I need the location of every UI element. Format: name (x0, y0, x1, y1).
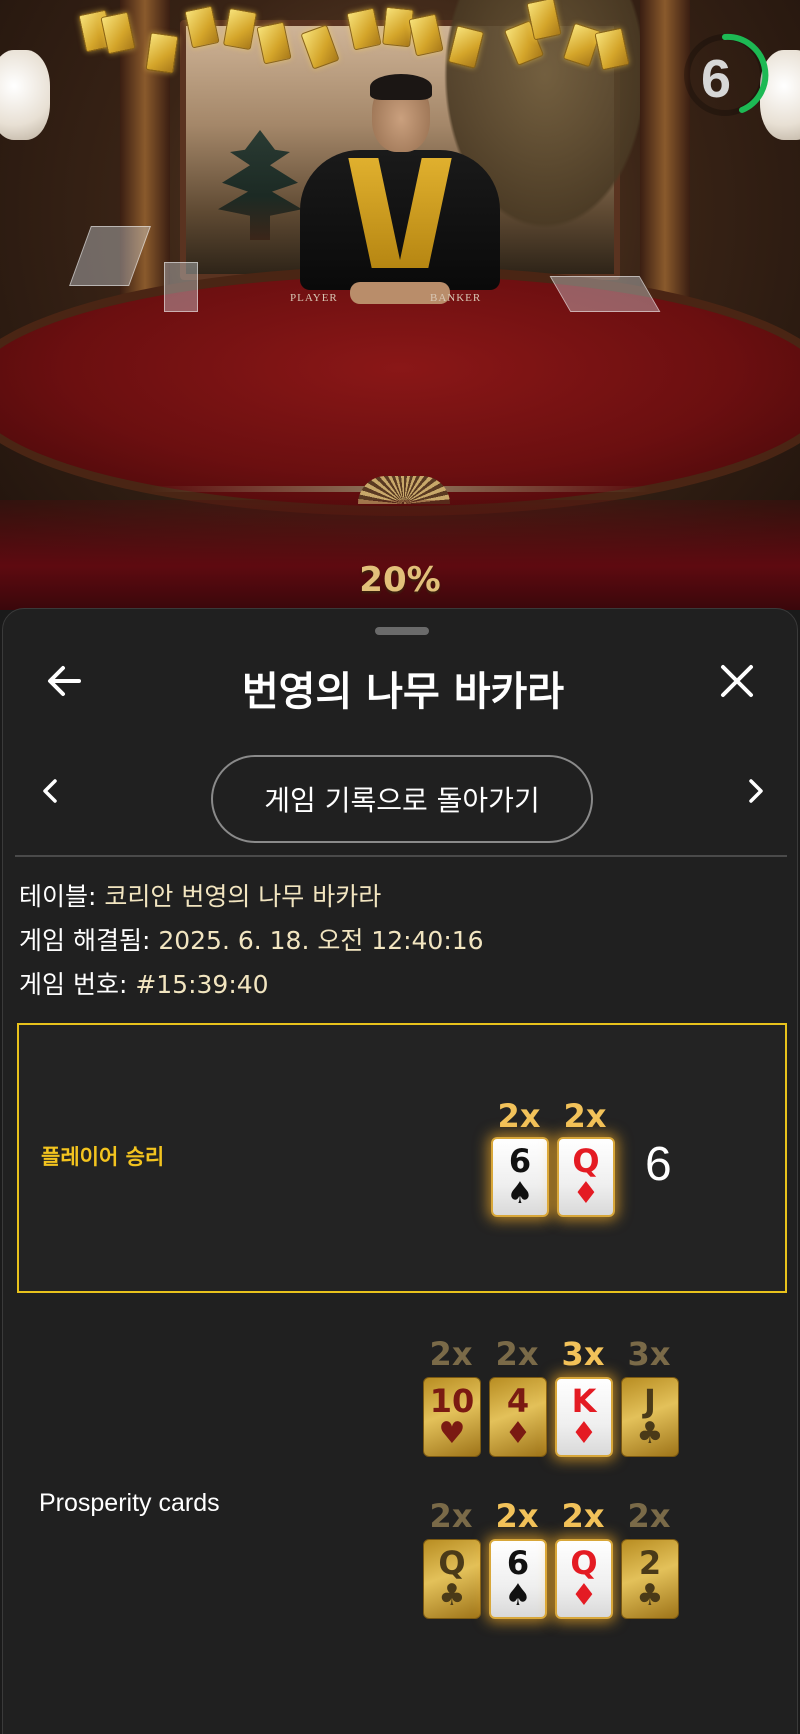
card-multiplier: 3x (627, 1335, 671, 1373)
lantern-left (0, 50, 50, 140)
result-label: 플레이어 승리 (41, 1145, 165, 1169)
card-multiplier: 2x (497, 1097, 541, 1135)
heart-icon: ♥ (438, 1416, 466, 1451)
game-details-sheet: 번영의 나무 바카라 게임 기록으로 돌아가기 테이블: 코리안 번영의 나무 … (2, 608, 798, 1734)
card-rank: 10 (429, 1382, 475, 1420)
prosperity-cards-label: Prosperity cards (39, 1489, 220, 1517)
playing-card: 6 ♠ (491, 1137, 549, 1217)
card-rank: Q (572, 1142, 600, 1180)
info-game-number: 게임 번호: #15:39:40 (19, 965, 269, 1001)
info-resolved: 게임 해결됨: 2025. 6. 18. 오전 12:40:16 (19, 921, 484, 957)
card-rank: 4 (506, 1382, 530, 1420)
playing-card: 6 ♠ (489, 1539, 547, 1619)
dealer-body (300, 150, 500, 290)
diamond-icon: ♦ (570, 1578, 598, 1613)
playing-card: J ♣ (621, 1377, 679, 1457)
chevron-left-icon[interactable] (33, 769, 69, 813)
back-to-history-button[interactable]: 게임 기록으로 돌아가기 (211, 755, 593, 843)
info-table: 테이블: 코리안 번영의 나무 바카라 (19, 877, 381, 913)
card-rank: J (644, 1382, 656, 1420)
club-icon: ♣ (636, 1416, 664, 1451)
diamond-icon: ♦ (504, 1416, 532, 1451)
countdown-number: 6 (700, 49, 732, 109)
spade-icon: ♠ (506, 1176, 534, 1211)
card-multiplier: 2x (563, 1097, 607, 1135)
card-rank: K (571, 1382, 597, 1420)
club-icon: ♣ (438, 1578, 466, 1613)
info-resolved-value: 2025. 6. 18. 오전 12:40:16 (158, 926, 484, 955)
card-rank: Q (438, 1544, 466, 1582)
card-rank: 6 (506, 1544, 530, 1582)
info-table-label: 테이블: (19, 882, 97, 911)
hanging-gold-card (145, 32, 179, 74)
close-icon[interactable] (715, 659, 759, 703)
playing-card: 10 ♥ (423, 1377, 481, 1457)
card-rank: Q (570, 1544, 598, 1582)
card-holder (164, 262, 198, 312)
table-label-banker: BANKER (430, 292, 482, 304)
arrow-left-icon[interactable] (43, 659, 87, 703)
spade-icon: ♠ (504, 1578, 532, 1613)
playing-card: 4 ♦ (489, 1377, 547, 1457)
card-multiplier: 2x (429, 1497, 473, 1535)
info-game-number-label: 게임 번호: (19, 970, 128, 999)
divider (15, 855, 787, 857)
playing-card: K ♦ (555, 1377, 613, 1457)
live-video-stream: PLAYER BANKER 6 20% (0, 0, 800, 610)
player-result-box: 플레이어 승리 2x 2x 6 ♠ Q ♦ 6 (17, 1023, 787, 1293)
diamond-icon: ♦ (572, 1176, 600, 1211)
card-multiplier: 2x (429, 1335, 473, 1373)
card-rank: 2 (638, 1544, 662, 1582)
chevron-right-icon[interactable] (737, 769, 773, 813)
card-rank: 6 (508, 1142, 532, 1180)
playing-card: 2 ♣ (621, 1539, 679, 1619)
card-multiplier: 2x (561, 1497, 605, 1535)
progress-percent: 20% (359, 560, 441, 600)
sheet-title: 번영의 나무 바카라 (241, 669, 565, 715)
playing-card: Q ♦ (557, 1137, 615, 1217)
playing-card: Q ♣ (423, 1539, 481, 1619)
card-multiplier: 3x (561, 1335, 605, 1373)
dealer-hair (370, 74, 432, 100)
club-icon: ♣ (636, 1578, 664, 1613)
info-table-value: 코리안 번영의 나무 바카라 (104, 882, 382, 911)
card-multiplier: 2x (495, 1497, 539, 1535)
card-multiplier: 2x (495, 1335, 539, 1373)
info-game-number-value: #15:39:40 (135, 970, 269, 999)
card-multiplier: 2x (627, 1497, 671, 1535)
playing-card: Q ♦ (555, 1539, 613, 1619)
hand-score: 6 (645, 1138, 672, 1191)
diamond-icon: ♦ (570, 1416, 598, 1451)
table-label-player: PLAYER (290, 292, 338, 304)
info-resolved-label: 게임 해결됨: (19, 926, 151, 955)
sheet-grabber[interactable] (375, 627, 429, 635)
